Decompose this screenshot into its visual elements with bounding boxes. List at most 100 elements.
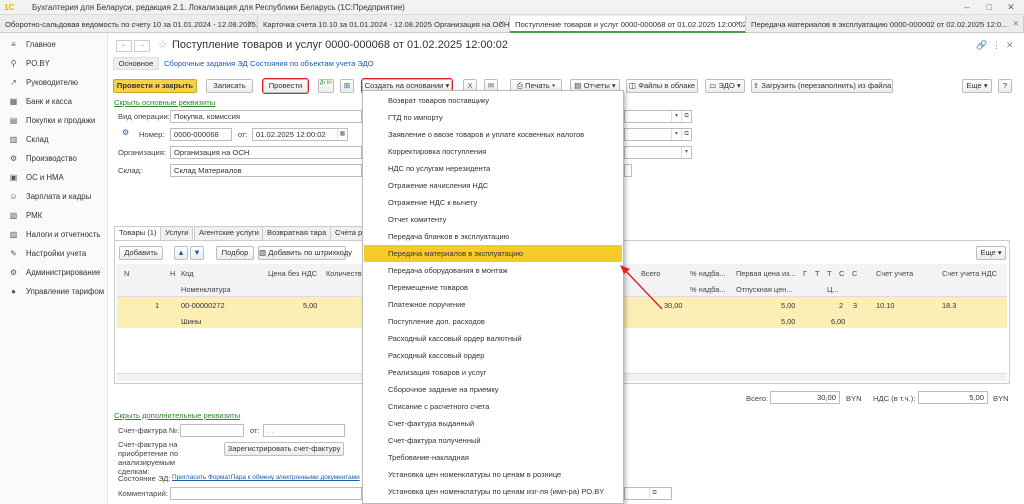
back-button[interactable]: ←: [116, 40, 132, 52]
menu-item[interactable]: Расходный кассовый ордер валютный: [364, 330, 622, 347]
menu-item[interactable]: Возврат товаров поставщику: [364, 92, 622, 109]
open-icon[interactable]: ⧉: [681, 129, 691, 140]
open-icon[interactable]: ⧉: [681, 111, 691, 122]
comment-field-tail[interactable]: ⧉: [624, 487, 672, 500]
menu-item[interactable]: Реализация товаров и услуг: [364, 364, 622, 381]
structure-icon[interactable]: ⊞: [340, 79, 354, 93]
close-tab-icon[interactable]: ✕: [735, 19, 741, 28]
sidebar-item-tariff[interactable]: ● Управление тарифом: [0, 282, 108, 301]
cell-vat-account[interactable]: 18.3: [942, 301, 956, 310]
menu-item[interactable]: Установка цен номенклатуры по ценам в ро…: [364, 466, 622, 483]
favorite-star-icon[interactable]: ☆: [158, 38, 168, 51]
comment-field[interactable]: [170, 487, 362, 500]
menu-item[interactable]: Отражение начисления НДС: [364, 177, 622, 194]
sidebar-item-rmk[interactable]: ▧ РМК: [0, 206, 108, 225]
hide-extra-details-link[interactable]: Скрыть дополнительные реквизиты: [114, 411, 240, 420]
menu-item[interactable]: Счет-фактура выданный: [364, 415, 622, 432]
menu-item[interactable]: Передача материалов в эксплуатацию: [364, 245, 622, 262]
operation-field-tail[interactable]: ▾ ⧉: [624, 110, 692, 123]
organization-field-tail[interactable]: ▾: [624, 146, 692, 159]
forward-button[interactable]: →: [134, 40, 150, 52]
menu-item[interactable]: Передача бланков в эксплуатацию: [364, 228, 622, 245]
more-icon[interactable]: ⋮: [992, 40, 1001, 51]
close-icon[interactable]: ✕: [1004, 1, 1018, 13]
table-more-button[interactable]: Еще ▾: [976, 246, 1006, 260]
menu-item[interactable]: Сборочное задание на приемку: [364, 381, 622, 398]
save-button[interactable]: Записать: [206, 79, 253, 93]
load-from-file-button[interactable]: ⇪ Загрузить (перезаполнить) из файла: [751, 79, 893, 93]
sidebar-item-main[interactable]: ≡ Главное: [0, 35, 108, 54]
warehouse-field-tail[interactable]: [624, 164, 632, 177]
invite-link[interactable]: Пригласить ФорматПара к обмену электронн…: [172, 474, 360, 481]
close-tab-icon[interactable]: ✕: [499, 19, 505, 28]
menu-item[interactable]: Расходный кассовый ордер: [364, 347, 622, 364]
close-tab-icon[interactable]: ✕: [1013, 19, 1019, 28]
menu-item[interactable]: ГТД по импорту: [364, 109, 622, 126]
sidebar-item-purchases[interactable]: ▤ Покупки и продажи: [0, 111, 108, 130]
tab-account-card[interactable]: Карточка счета 10.10 за 01.01.2024 - 12.…: [258, 16, 510, 33]
post-and-close-button[interactable]: Провести и закрыть: [113, 79, 197, 93]
sidebar-item-poby[interactable]: ⚲ PO.BY: [0, 54, 108, 73]
number-lock-icon[interactable]: ⚙: [122, 128, 129, 137]
tab-osv[interactable]: Оборотно-сальдовая ведомость по счету 10…: [0, 16, 258, 33]
menu-item[interactable]: Списание с расчетного счета: [364, 398, 622, 415]
tab-agent-services[interactable]: Агентские услуги: [194, 226, 264, 240]
hide-main-details-link[interactable]: Скрыть основные реквизиты: [114, 98, 215, 107]
menu-item[interactable]: Платежное поручение: [364, 296, 622, 313]
select-button[interactable]: Подбор: [216, 246, 254, 260]
tab-returnable-packaging[interactable]: Возвратная тара: [262, 226, 332, 240]
move-up-icon[interactable]: ▲: [174, 246, 188, 260]
subtab-tasks[interactable]: Сборочные задания ЭД: [164, 59, 248, 68]
sidebar-item-salary[interactable]: ☺ Зарплата и кадры: [0, 187, 108, 206]
menu-item[interactable]: Отражение НДС к вычету: [364, 194, 622, 211]
menu-item[interactable]: Передача оборудования в монтаж: [364, 262, 622, 279]
tab-services[interactable]: Услуги: [160, 226, 194, 240]
dtkt-button[interactable]: Дт Кт: [318, 79, 334, 93]
dropdown-icon[interactable]: ▾: [671, 111, 681, 122]
menu-item[interactable]: Требование-накладная: [364, 449, 622, 466]
contractor-field-tail[interactable]: ▾ ⧉: [624, 128, 692, 141]
date-field[interactable]: 01.02.2025 12:00:02 ▦: [252, 128, 348, 141]
edo-button[interactable]: ▭ ЭДО ▾: [705, 79, 745, 93]
menu-item[interactable]: Отчет комитенту: [364, 211, 622, 228]
menu-item[interactable]: Поступление доп. расходов: [364, 313, 622, 330]
sidebar-item-admin[interactable]: ⚙ Администрирование: [0, 263, 108, 282]
menu-item[interactable]: НДС по услугам нерезидента: [364, 160, 622, 177]
sidebar-item-production[interactable]: ⚙ Производство: [0, 149, 108, 168]
tab-receipt[interactable]: Поступление товаров и услуг 0000-000068 …: [510, 16, 746, 33]
dropdown-icon[interactable]: ▾: [681, 147, 691, 158]
link-icon[interactable]: 🔗: [976, 40, 987, 51]
menu-item[interactable]: Счет-фактура полученный: [364, 432, 622, 449]
number-field[interactable]: 0000-000068: [170, 128, 232, 141]
move-down-icon[interactable]: ▼: [190, 246, 204, 260]
sidebar-item-warehouse[interactable]: ▥ Склад: [0, 130, 108, 149]
menu-item[interactable]: Перемещение товаров: [364, 279, 622, 296]
operation-field[interactable]: Покупка, комиссия: [170, 110, 362, 123]
sidebar-item-taxes[interactable]: ▨ Налоги и отчетность: [0, 225, 108, 244]
cell-first-price[interactable]: 5,00: [781, 301, 795, 310]
subtab-main[interactable]: Основное: [113, 57, 159, 70]
organization-field[interactable]: Организация на ОСН: [170, 146, 362, 159]
close-tab-icon[interactable]: ✕: [247, 19, 253, 28]
warehouse-field[interactable]: Склад Материалов: [170, 164, 362, 177]
close-doc-icon[interactable]: ✕: [1006, 40, 1014, 51]
register-invoice-button[interactable]: Зарегистрировать счет-фактуру: [224, 442, 344, 456]
cell-account[interactable]: 10.10: [876, 301, 895, 310]
post-button[interactable]: Провести: [262, 78, 309, 94]
more-button[interactable]: Еще ▾: [962, 79, 992, 93]
cell-retail-price[interactable]: 5,00: [781, 317, 795, 326]
menu-item[interactable]: Установка цен номенклатуры по ценам изг-…: [364, 483, 622, 500]
cell-code[interactable]: 00-00000272: [181, 301, 225, 310]
subtab-states[interactable]: Состояния по объектам учета ЭДО: [250, 59, 374, 68]
sidebar-item-bank[interactable]: ▦ Банк и касса: [0, 92, 108, 111]
menu-item[interactable]: Заявление о ввозе товаров и уплате косве…: [364, 126, 622, 143]
add-by-barcode-button[interactable]: ▥ Добавить по штрихкоду: [258, 246, 352, 260]
open-icon[interactable]: ⧉: [649, 488, 659, 499]
add-row-button[interactable]: Добавить: [119, 246, 163, 260]
tab-transfer[interactable]: Передача материалов в эксплуатацию 0000-…: [746, 16, 1024, 33]
help-button[interactable]: ?: [998, 79, 1012, 93]
cloud-files-button[interactable]: ◫ Файлы в облаке: [626, 79, 698, 93]
sidebar-item-settings[interactable]: ✎ Настройки учета: [0, 244, 108, 263]
calendar-icon[interactable]: ▦: [337, 129, 347, 140]
maximize-icon[interactable]: □: [982, 1, 996, 13]
